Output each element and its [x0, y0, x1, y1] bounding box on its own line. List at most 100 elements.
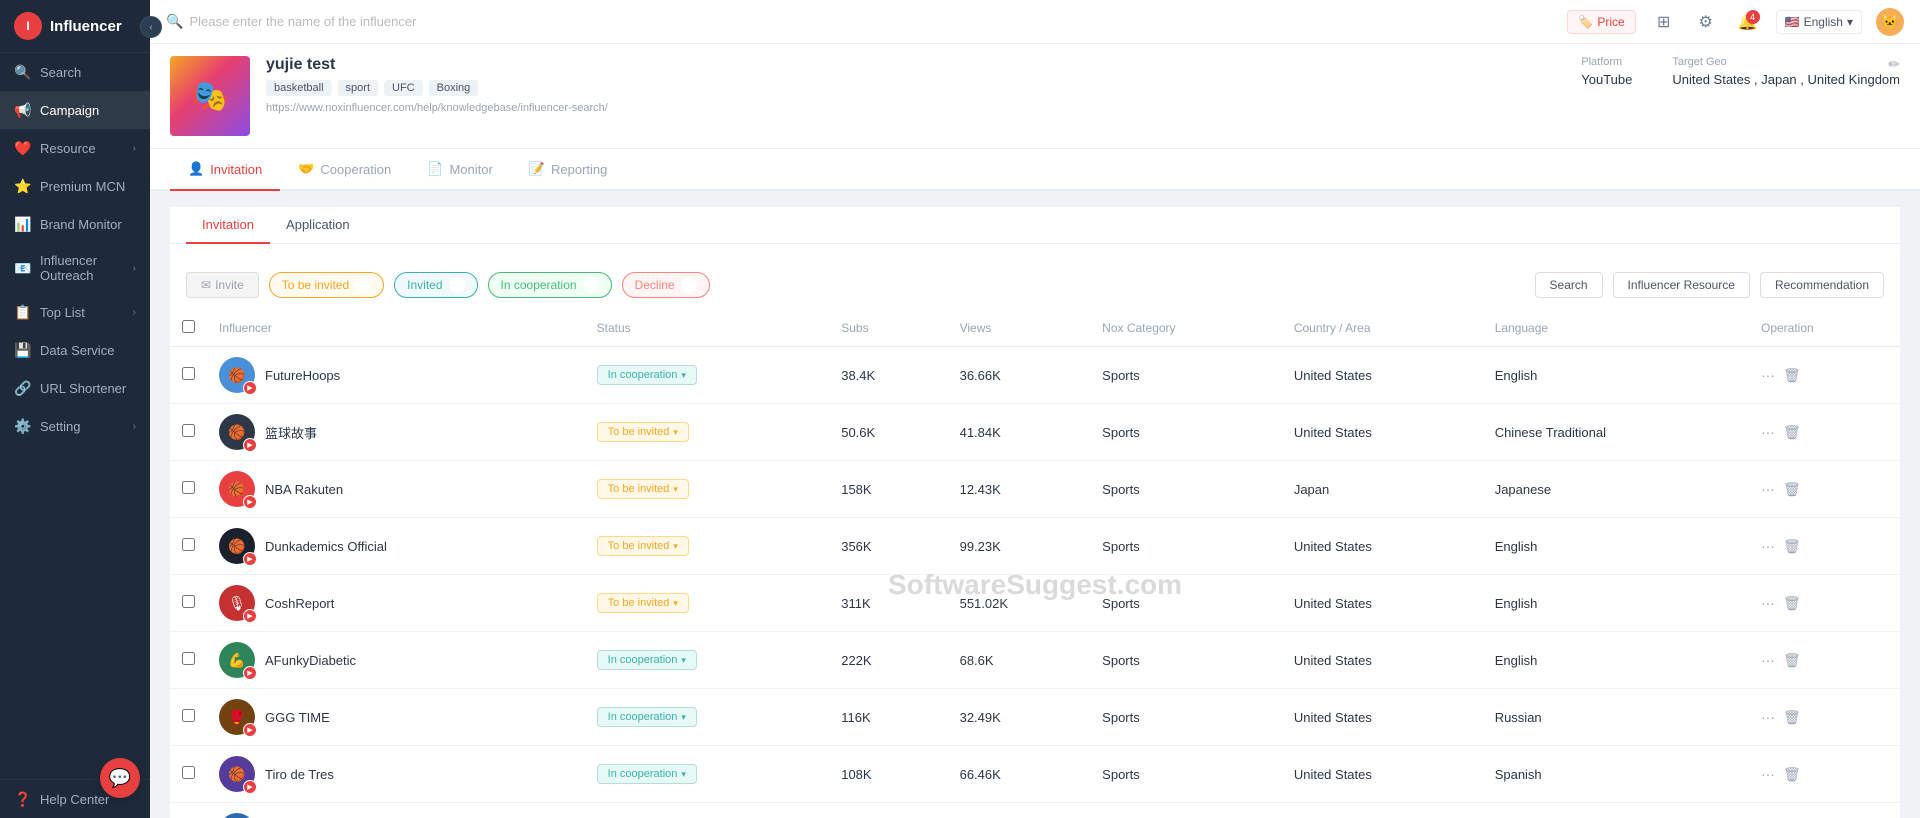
sidebar-item-premium-mcn[interactable]: ⭐ Premium MCN — [0, 167, 150, 205]
status-badge-1[interactable]: To be invited ▾ — [597, 422, 689, 442]
filter-to-be-invited[interactable]: To be invited 5 — [269, 272, 384, 298]
row-checkbox-cell-8[interactable] — [170, 803, 207, 818]
search-area[interactable]: 🔍 Please enter the name of the influence… — [166, 13, 1567, 30]
status-cell-6: In cooperation ▾ — [585, 689, 830, 746]
tab-cooperation[interactable]: 🤝 Cooperation — [280, 149, 409, 191]
more-options-icon-2[interactable]: ··· — [1761, 481, 1775, 497]
more-options-icon-4[interactable]: ··· — [1761, 595, 1775, 611]
sidebar-item-search[interactable]: 🔍 Search — [0, 53, 150, 91]
more-options-icon-6[interactable]: ··· — [1761, 709, 1775, 725]
status-dropdown-arrow-6[interactable]: ▾ — [681, 712, 686, 723]
sidebar-item-influencer-outreach[interactable]: 📧 Influencer Outreach › — [0, 243, 150, 293]
influencer-name-3[interactable]: Dunkademics Official — [265, 539, 387, 554]
more-options-icon-0[interactable]: ··· — [1761, 367, 1775, 383]
influencer-name-6[interactable]: GGG TIME — [265, 710, 330, 725]
row-checkbox-6[interactable] — [182, 709, 195, 722]
sub-tab-invitation[interactable]: Invitation — [186, 207, 270, 244]
table-row: 🥊 ▶ Top Rank Boxing To be invited ▾ 1.56… — [170, 803, 1900, 818]
views-cell-6: 32.49K — [948, 689, 1091, 746]
status-badge-3[interactable]: To be invited ▾ — [597, 536, 689, 556]
notification-icon[interactable]: 🔔 4 — [1734, 8, 1762, 36]
user-avatar[interactable]: 🐱 — [1876, 8, 1904, 36]
more-options-icon-5[interactable]: ··· — [1761, 652, 1775, 668]
delete-icon-7[interactable]: 🗑 — [1783, 766, 1801, 783]
status-badge-4[interactable]: To be invited ▾ — [597, 593, 689, 613]
row-checkbox-1[interactable] — [182, 424, 195, 437]
sub-tab-application[interactable]: Application — [270, 207, 366, 244]
sidebar-item-setting[interactable]: ⚙️ Setting › — [0, 407, 150, 445]
status-badge-0[interactable]: In cooperation ▾ — [597, 365, 697, 385]
filter-decline[interactable]: Decline 0 — [622, 272, 710, 298]
row-checkbox-cell-3[interactable] — [170, 518, 207, 575]
grid-icon[interactable]: ⊞ — [1650, 8, 1678, 36]
chat-button[interactable]: 💬 — [100, 758, 140, 798]
language-selector[interactable]: 🇺🇸 English ▾ — [1776, 10, 1862, 34]
status-badge-5[interactable]: In cooperation ▾ — [597, 650, 697, 670]
status-dropdown-arrow-0[interactable]: ▾ — [681, 370, 686, 381]
row-checkbox-0[interactable] — [182, 367, 195, 380]
sidebar-item-campaign[interactable]: 📢 Campaign — [0, 91, 150, 129]
sidebar-item-top-list[interactable]: 📋 Top List › — [0, 293, 150, 331]
delete-icon-0[interactable]: 🗑 — [1783, 367, 1801, 384]
row-checkbox-5[interactable] — [182, 652, 195, 665]
row-checkbox-cell-5[interactable] — [170, 632, 207, 689]
tab-monitor[interactable]: 📄 Monitor — [409, 149, 511, 191]
delete-icon-1[interactable]: 🗑 — [1783, 424, 1801, 441]
delete-icon-3[interactable]: 🗑 — [1783, 538, 1801, 555]
sidebar-item-data-service[interactable]: 💾 Data Service — [0, 331, 150, 369]
row-checkbox-cell-6[interactable] — [170, 689, 207, 746]
settings-icon[interactable]: ⚙ — [1692, 8, 1720, 36]
influencer-name-1[interactable]: 篮球故事 — [265, 423, 317, 442]
row-checkbox-cell-0[interactable] — [170, 347, 207, 404]
row-checkbox-3[interactable] — [182, 538, 195, 551]
price-button[interactable]: 🏷️ Price — [1567, 10, 1635, 34]
row-checkbox-cell-4[interactable] — [170, 575, 207, 632]
influencer-name-2[interactable]: NBA Rakuten — [265, 482, 343, 497]
more-options-icon-3[interactable]: ··· — [1761, 538, 1775, 554]
subs-cell-8: 1.56M — [829, 803, 947, 818]
status-dropdown-arrow-7[interactable]: ▾ — [681, 769, 686, 780]
select-all-header[interactable] — [170, 310, 207, 347]
sidebar-item-url-shortener[interactable]: 🔗 URL Shortener — [0, 369, 150, 407]
row-checkbox-4[interactable] — [182, 595, 195, 608]
status-dropdown-arrow-5[interactable]: ▾ — [681, 655, 686, 666]
influencer-name-5[interactable]: AFunkyDiabetic — [265, 653, 356, 668]
tab-invitation[interactable]: 👤 Invitation — [170, 149, 280, 191]
search-button[interactable]: Search — [1535, 272, 1603, 298]
delete-icon-5[interactable]: 🗑 — [1783, 652, 1801, 669]
status-dropdown-arrow-1[interactable]: ▾ — [673, 427, 678, 438]
influencer-name-4[interactable]: CoshReport — [265, 596, 334, 611]
delete-icon-2[interactable]: 🗑 — [1783, 481, 1801, 498]
influencer-name-0[interactable]: FutureHoops — [265, 368, 340, 383]
row-checkbox-7[interactable] — [182, 766, 195, 779]
more-options-icon-1[interactable]: ··· — [1761, 424, 1775, 440]
influencer-name-7[interactable]: Tiro de Tres — [265, 767, 334, 782]
select-all-checkbox[interactable] — [182, 320, 195, 333]
status-dropdown-arrow-2[interactable]: ▾ — [673, 484, 678, 495]
row-checkbox-cell-7[interactable] — [170, 746, 207, 803]
campaign-link[interactable]: https://www.noxinfluencer.com/help/knowl… — [266, 102, 1565, 114]
sidebar-collapse-button[interactable]: ‹ — [140, 16, 162, 38]
filter-invited[interactable]: Invited 0 — [394, 272, 477, 298]
tab-reporting[interactable]: 📝 Reporting — [511, 149, 626, 191]
status-dropdown-arrow-4[interactable]: ▾ — [673, 598, 678, 609]
edit-button[interactable]: ✏ — [1888, 56, 1900, 73]
sidebar-item-brand-monitor[interactable]: 📊 Brand Monitor — [0, 205, 150, 243]
influencer-resource-button[interactable]: Influencer Resource — [1613, 272, 1750, 298]
delete-icon-4[interactable]: 🗑 — [1783, 595, 1801, 612]
row-checkbox-cell-1[interactable] — [170, 404, 207, 461]
status-badge-6[interactable]: In cooperation ▾ — [597, 707, 697, 727]
invite-button[interactable]: ✉ Invite — [186, 272, 259, 298]
row-checkbox-2[interactable] — [182, 481, 195, 494]
status-badge-7[interactable]: In cooperation ▾ — [597, 764, 697, 784]
status-dropdown-arrow-3[interactable]: ▾ — [673, 541, 678, 552]
more-options-icon-7[interactable]: ··· — [1761, 766, 1775, 782]
delete-icon-6[interactable]: 🗑 — [1783, 709, 1801, 726]
logo[interactable]: I Influencer — [0, 0, 150, 53]
filter-in-cooperation[interactable]: In cooperation 5 — [488, 272, 612, 298]
recommendation-button[interactable]: Recommendation — [1760, 272, 1884, 298]
row-checkbox-cell-2[interactable] — [170, 461, 207, 518]
language-cell-2: Japanese — [1483, 461, 1749, 518]
sidebar-item-resource[interactable]: ❤️ Resource › — [0, 129, 150, 167]
status-badge-2[interactable]: To be invited ▾ — [597, 479, 689, 499]
